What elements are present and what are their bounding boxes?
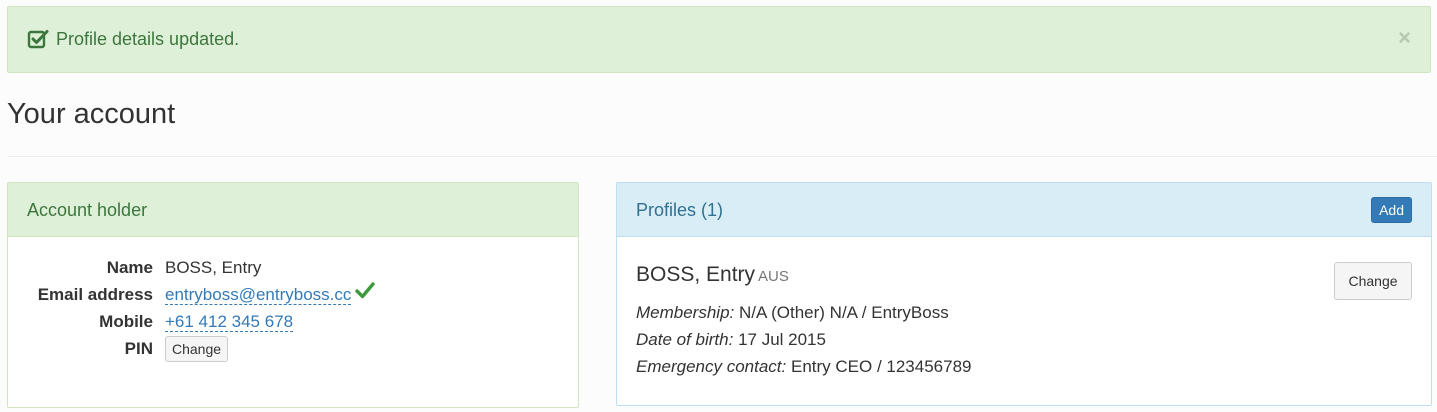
checkmark-icon (355, 281, 376, 307)
name-label: Name (106, 258, 153, 277)
profile-name: BOSS, Entry AUS (636, 260, 789, 292)
check-square-icon (27, 28, 49, 50)
change-pin-button[interactable]: Change (165, 336, 229, 362)
mobile-label: Mobile (99, 312, 153, 331)
success-alert: Profile details updated. × (7, 6, 1431, 73)
divider (7, 156, 1437, 157)
profile-country: AUS (758, 268, 789, 285)
alert-message: Profile details updated. (56, 29, 240, 49)
emergency-label: Emergency contact: (636, 357, 787, 376)
emergency-value: Entry CEO / 123456789 (790, 357, 972, 376)
profile-name-text: BOSS, Entry (636, 263, 756, 286)
membership-value: N/A (Other) N/A / EntryBoss (739, 303, 949, 322)
change-profile-button[interactable]: Change (1334, 262, 1412, 300)
account-holder-panel: Account holder Name BOSS, Entry Email ad… (7, 182, 579, 408)
email-link[interactable]: entryboss@entryboss.cc (165, 285, 352, 305)
membership-line: Membership: N/A (Other) N/A / EntryBoss (636, 299, 972, 326)
emergency-line: Emergency contact: Entry CEO / 123456789 (636, 353, 972, 380)
profiles-panel: Profiles (1) Add BOSS, Entry AUS Change M… (616, 182, 1432, 406)
dob-label: Date of birth: (636, 330, 734, 349)
account-holder-heading: Account holder (8, 183, 578, 237)
dob-line: Date of birth: 17 Jul 2015 (636, 326, 972, 353)
profile-details: Membership: N/A (Other) N/A / EntryBoss … (636, 299, 972, 380)
page-title: Your account (7, 98, 176, 130)
close-icon[interactable]: × (1398, 27, 1411, 49)
mobile-link[interactable]: +61 412 345 678 (165, 312, 294, 332)
name-value: BOSS, Entry (165, 258, 262, 277)
email-label: Email address (37, 285, 153, 304)
dob-value: 17 Jul 2015 (738, 330, 826, 349)
pin-label: PIN (124, 339, 153, 358)
membership-label: Membership: (636, 303, 735, 322)
add-profile-button[interactable]: Add (1371, 197, 1412, 223)
profiles-heading: Profiles (1) (617, 183, 1431, 237)
